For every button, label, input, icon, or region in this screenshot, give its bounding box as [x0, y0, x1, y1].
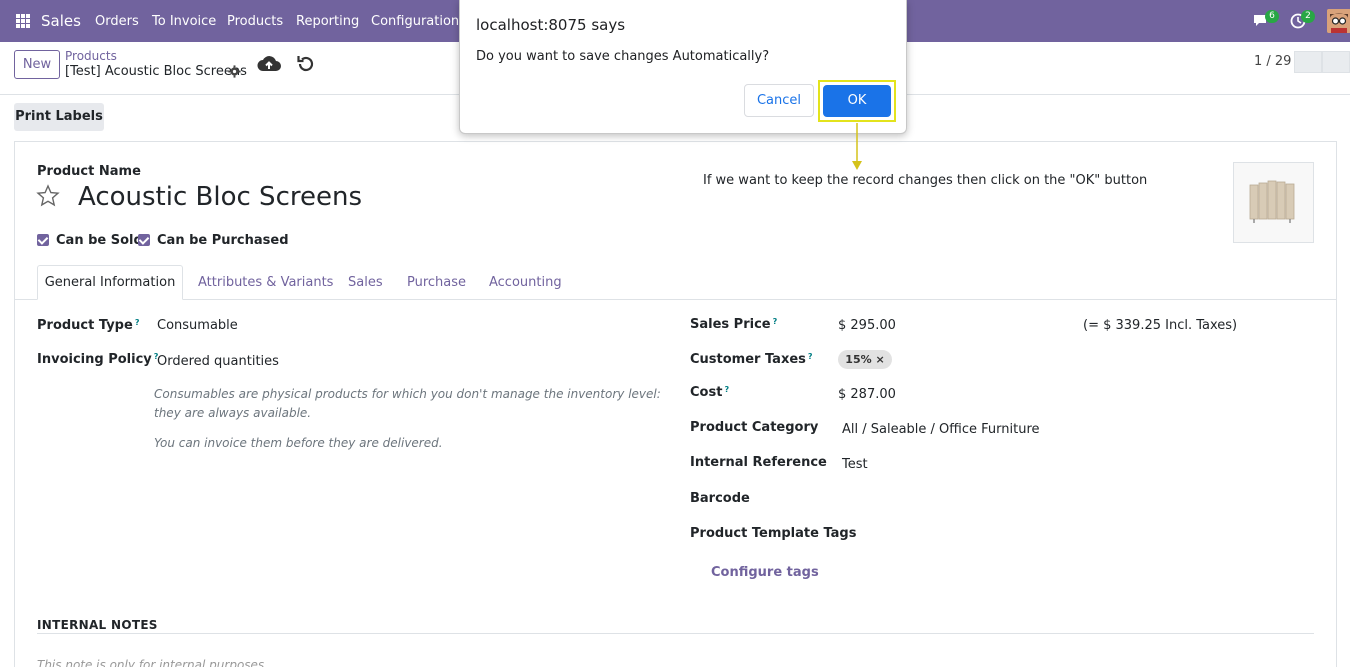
tax-tag-15[interactable]: 15% × — [838, 350, 892, 369]
can-be-purchased-checkbox[interactable] — [138, 234, 150, 246]
annotation-text: If we want to keep the record changes th… — [703, 173, 1148, 188]
menu-products[interactable]: Products — [227, 14, 283, 29]
gear-icon[interactable] — [228, 65, 241, 78]
help-icon[interactable]: ? — [724, 385, 729, 394]
help-icon[interactable]: ? — [808, 352, 813, 361]
pager-next-button[interactable] — [1322, 51, 1350, 73]
menu-reporting[interactable]: Reporting — [296, 14, 359, 29]
menu-orders[interactable]: Orders — [95, 14, 139, 29]
product-name-label: Product Name — [37, 164, 141, 179]
tab-attributes-variants[interactable]: Attributes & Variants — [198, 275, 333, 290]
dialog-message: Do you want to save changes Automaticall… — [476, 49, 770, 64]
apps-grid-icon[interactable] — [16, 14, 30, 28]
menu-configuration[interactable]: Configuration — [371, 14, 459, 29]
tab-accounting[interactable]: Accounting — [489, 275, 562, 290]
cost-field[interactable]: $ 287.00 — [838, 387, 896, 402]
internal-reference-label: Internal Reference — [690, 455, 827, 470]
tab-sales[interactable]: Sales — [348, 275, 383, 290]
internal-notes-title: INTERNAL NOTES — [37, 618, 158, 632]
product-type-label: Product Type? — [37, 318, 140, 333]
confirm-dialog: localhost:8075 says Do you want to save … — [459, 0, 907, 134]
internal-reference-field[interactable]: Test — [842, 457, 868, 472]
user-avatar[interactable] — [1327, 9, 1350, 33]
can-be-sold-label: Can be Sold — [56, 233, 143, 248]
cost-label: Cost? — [690, 385, 730, 400]
customer-taxes-label: Customer Taxes? — [690, 352, 813, 367]
dialog-cancel-button[interactable]: Cancel — [744, 84, 814, 117]
remove-tag-icon[interactable]: × — [875, 353, 884, 366]
menu-to-invoice[interactable]: To Invoice — [152, 14, 216, 29]
breadcrumb-products[interactable]: Products — [65, 49, 117, 63]
incl-taxes-text: (= $ 339.25 Incl. Taxes) — [1083, 318, 1238, 333]
can-be-sold-checkbox[interactable] — [37, 234, 49, 246]
dialog-title: localhost:8075 says — [476, 16, 626, 34]
tab-purchase[interactable]: Purchase — [407, 275, 466, 290]
can-be-purchased-label: Can be Purchased — [157, 233, 289, 248]
activities-badge: 2 — [1301, 10, 1315, 23]
product-image[interactable] — [1233, 162, 1314, 243]
invoicing-policy-label: Invoicing Policy? — [37, 352, 159, 367]
messages-badge: 6 — [1265, 10, 1279, 23]
template-tags-label: Product Template Tags — [690, 526, 857, 541]
breadcrumb-current: [Test] Acoustic Bloc Screens — [65, 64, 247, 79]
product-category-field[interactable]: All / Saleable / Office Furniture — [842, 422, 1040, 437]
invoicing-policy-field[interactable]: Ordered quantities — [157, 354, 279, 369]
annotation-arrow-icon — [852, 123, 862, 170]
discard-undo-icon[interactable] — [296, 54, 316, 74]
consumable-help-text: Consumables are physical products for wh… — [154, 387, 661, 420]
help-icon[interactable]: ? — [135, 318, 140, 327]
sales-price-label: Sales Price? — [690, 317, 778, 332]
internal-notes-field[interactable]: This note is only for internal purposes. — [37, 658, 268, 667]
favorite-star-icon[interactable] — [36, 184, 60, 208]
invoice-help-text: You can invoice them before they are del… — [154, 436, 443, 450]
pager-value[interactable]: 1 / 29 — [1254, 54, 1291, 69]
new-button[interactable]: New — [14, 50, 60, 79]
sales-price-field[interactable]: $ 295.00 — [838, 318, 896, 333]
product-type-field[interactable]: Consumable — [157, 318, 238, 333]
tab-general-information[interactable]: General Information — [37, 265, 183, 300]
dialog-ok-button[interactable]: OK — [823, 85, 891, 117]
product-category-label: Product Category — [690, 420, 819, 435]
save-cloud-icon[interactable] — [257, 54, 281, 74]
product-name-input[interactable]: Acoustic Bloc Screens — [78, 182, 362, 212]
app-brand[interactable]: Sales — [41, 12, 81, 30]
internal-notes-divider — [37, 633, 1314, 634]
tabs-divider — [15, 299, 1336, 300]
pager-prev-button[interactable] — [1294, 51, 1322, 73]
print-labels-button[interactable]: Print Labels — [14, 103, 104, 131]
barcode-label: Barcode — [690, 491, 750, 506]
help-icon[interactable]: ? — [773, 317, 778, 326]
configure-tags-link[interactable]: Configure tags — [711, 565, 819, 580]
